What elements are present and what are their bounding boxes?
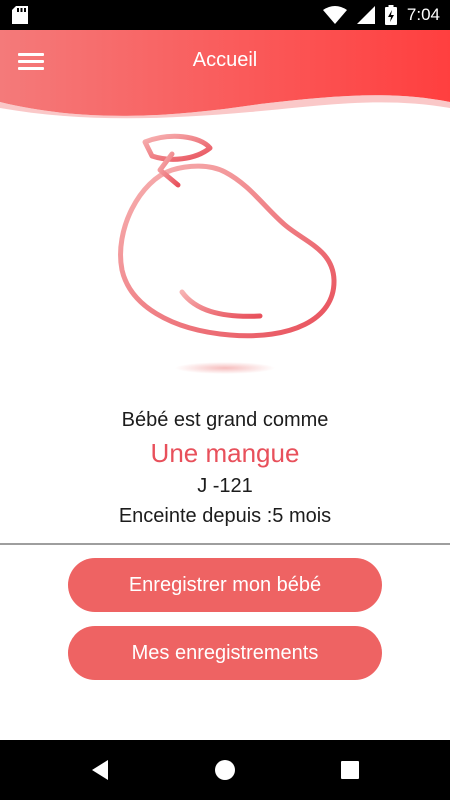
signal-icon xyxy=(356,6,375,24)
my-recordings-button[interactable]: Mes enregistrements xyxy=(68,626,382,680)
back-icon[interactable] xyxy=(88,758,112,782)
header-wave-background xyxy=(0,30,450,119)
home-icon[interactable] xyxy=(213,758,237,782)
page-title: Accueil xyxy=(192,49,258,71)
system-nav-bar xyxy=(0,740,450,800)
fruit-name: Une mangue xyxy=(150,438,300,468)
countdown-days: J -121 xyxy=(197,475,253,497)
recents-icon[interactable] xyxy=(338,758,362,782)
sd-card-icon xyxy=(12,6,28,24)
wifi-icon xyxy=(322,6,347,24)
status-bar: 7:04 xyxy=(0,0,450,30)
record-baby-button[interactable]: Enregistrer mon bébé xyxy=(68,558,382,612)
battery-charging-icon xyxy=(384,5,397,25)
mango-icon xyxy=(118,133,337,374)
divider xyxy=(0,543,450,545)
size-comparison-label: Bébé est grand comme xyxy=(121,409,329,431)
pregnancy-info: Bébé est grand comme Une mangue J -121 E… xyxy=(0,405,450,531)
status-time: 7:04 xyxy=(406,5,440,24)
pregnancy-duration: Enceinte depuis :5 mois xyxy=(118,505,332,527)
app-header: Accueil xyxy=(0,30,450,122)
